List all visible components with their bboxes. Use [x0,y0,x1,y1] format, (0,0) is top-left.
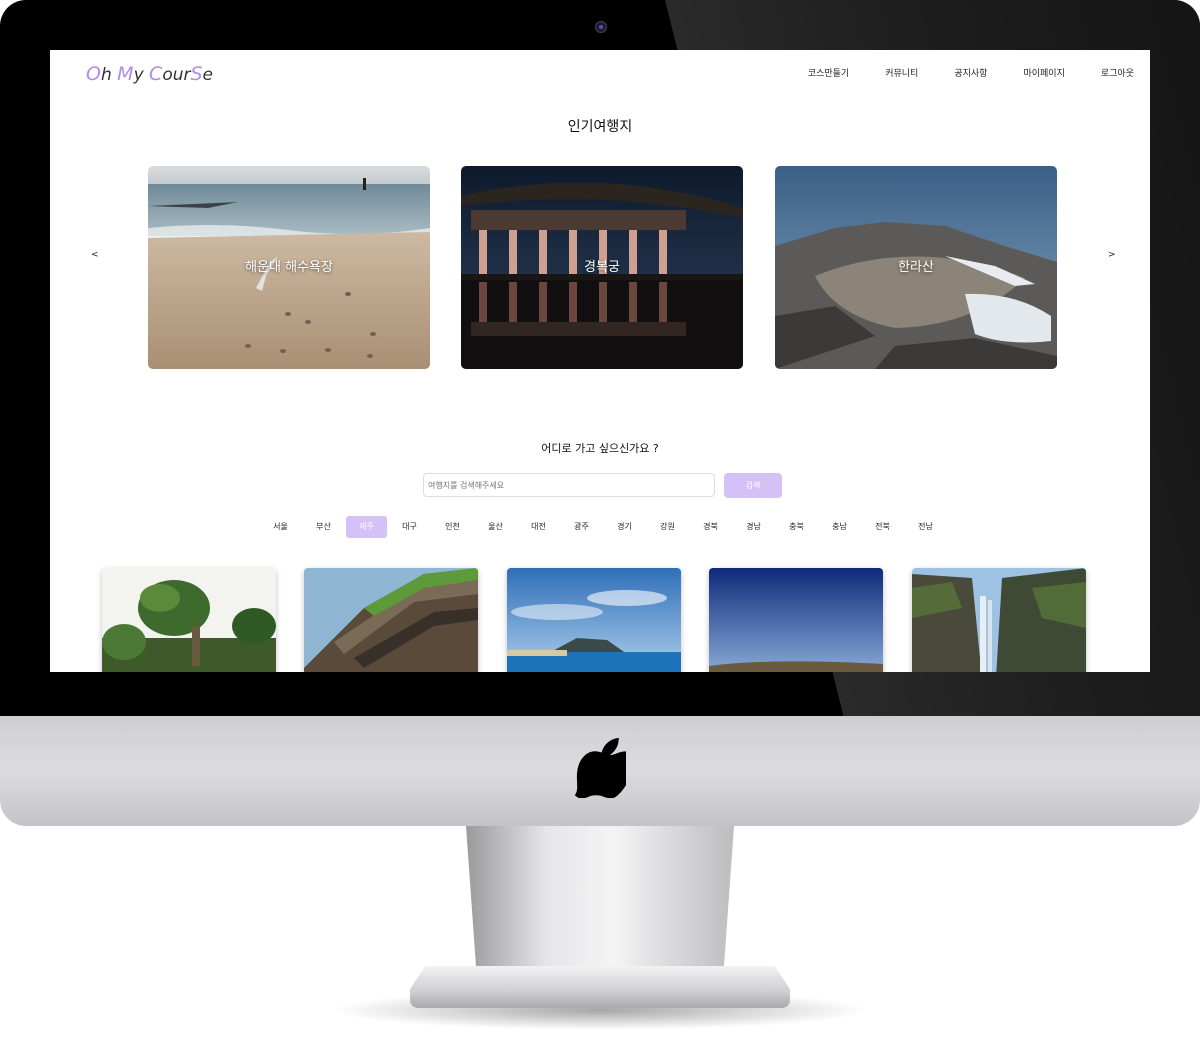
destination-card[interactable] [912,568,1086,672]
slide-label: 한라산 [898,260,934,275]
region-tab[interactable]: 전북 [862,516,903,538]
region-tab[interactable]: 충북 [776,516,817,538]
coast-photo [507,568,681,672]
slide-haeundae[interactable]: 해운대 해수욕장 [148,166,430,369]
logo-part: O [86,63,101,85]
region-tab[interactable]: 강원 [647,516,688,538]
destination-card[interactable] [102,568,276,672]
slide-hallasan[interactable]: 한라산 [775,166,1057,369]
monitor-bezel: Oh My CourSe 코스만들기 커뮤니티 공지사항 마이페이지 로그아웃 … [0,0,1200,716]
nav-mypage[interactable]: 마이페이지 [1023,66,1064,79]
region-tab[interactable]: 서울 [260,516,301,538]
region-tab[interactable]: 울산 [475,516,516,538]
nav-logout[interactable]: 로그아웃 [1101,66,1134,79]
destination-card[interactable] [507,568,681,672]
region-tab[interactable]: 전남 [905,516,946,538]
destination-card[interactable] [709,568,883,672]
region-tab[interactable]: 경북 [690,516,731,538]
slide-label: 해운대 해수욕장 [245,260,333,275]
camera [595,21,607,33]
search-question: 어디로 가고 싶으신가요 ? [541,442,659,455]
screen: Oh My CourSe 코스만들기 커뮤니티 공지사항 마이페이지 로그아웃 … [50,50,1150,672]
destination-card[interactable] [304,568,478,672]
region-tab[interactable]: 부산 [303,516,344,538]
search-input[interactable] [423,473,715,497]
region-filter: 서울 부산 제주 대구 인천 울산 대전 광주 경기 강원 경북 경남 충북 충남 전북 전남 [260,516,948,538]
search-button[interactable]: 검색 [724,473,782,498]
logo-part: our [162,65,191,85]
region-tab[interactable]: 대전 [518,516,559,538]
logo-part: h [100,65,118,85]
site-logo[interactable]: Oh My CourSe [86,63,213,85]
region-tab[interactable]: 대구 [389,516,430,538]
slide-gyeongbokgung[interactable]: 경복궁 [461,166,743,369]
region-tab[interactable]: 경남 [733,516,774,538]
logo-part: S [190,63,203,85]
waterfall-photo [912,568,1086,672]
popular-title: 인기여행지 [567,119,633,135]
logo-part: M [117,63,134,85]
carousel-next-button[interactable]: > [1108,250,1116,260]
nav-notice[interactable]: 공지사항 [954,66,987,79]
apple-icon [574,738,626,798]
tree-photo [102,568,276,672]
region-tab[interactable]: 충남 [819,516,860,538]
region-tab[interactable]: 제주 [346,516,387,538]
region-tab[interactable]: 경기 [604,516,645,538]
logo-part: C [149,63,163,85]
top-nav: 코스만들기 커뮤니티 공지사항 마이페이지 로그아웃 [772,66,1134,79]
cliff-photo [304,568,478,672]
region-tab[interactable]: 광주 [561,516,602,538]
popular-carousel: 해운대 해수욕장 경복궁 한라산 [148,166,1058,369]
region-tab[interactable]: 인천 [432,516,473,538]
slide-label: 경복궁 [584,260,620,275]
monitor-stand [466,826,734,976]
logo-part: y [133,65,150,85]
sky-photo [709,568,883,672]
logo-part: e [202,65,214,85]
nav-course-builder[interactable]: 코스만들기 [808,66,849,79]
monitor-base [410,966,790,1008]
nav-community[interactable]: 커뮤니티 [885,66,918,79]
carousel-prev-button[interactable]: < [91,250,99,260]
